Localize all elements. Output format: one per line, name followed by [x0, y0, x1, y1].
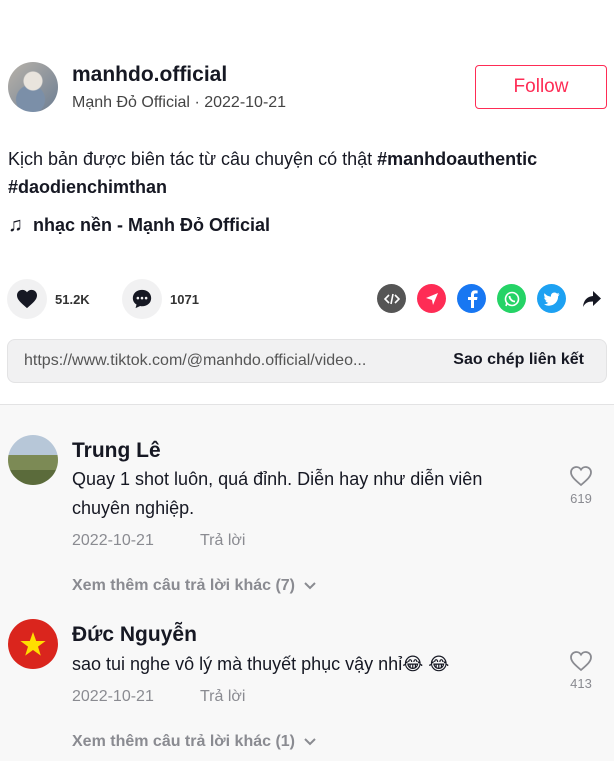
comment-icon[interactable] — [122, 279, 162, 319]
comment-avatar[interactable] — [8, 435, 58, 485]
comment-stat[interactable]: 1071 — [122, 279, 199, 319]
comment-list: Trung Lê Quay 1 shot luôn, quá đỉnh. Diễ… — [0, 404, 614, 761]
like-stat[interactable]: 51.2K — [7, 279, 90, 319]
comment-date: 2022-10-21 — [72, 688, 154, 705]
view-more-replies-label: Xem thêm câu trả lời khác (1) — [72, 733, 296, 750]
author-display-name: Mạnh Đỏ Official — [72, 94, 190, 111]
reply-button[interactable]: Trả lời — [200, 532, 245, 550]
view-more-replies-label: Xem thêm câu trả lời khác (7) — [72, 577, 296, 594]
facebook-icon[interactable] — [457, 284, 486, 313]
copy-link-box: https://www.tiktok.com/@manhdo.official/… — [7, 339, 607, 383]
comment-like-button[interactable]: 619 — [566, 465, 596, 506]
view-more-replies[interactable]: Xem thêm câu trả lời khác (1) — [72, 733, 317, 751]
video-link-url[interactable]: https://www.tiktok.com/@manhdo.official/… — [24, 352, 424, 370]
heart-icon[interactable] — [7, 279, 47, 319]
share-arrow-icon[interactable] — [577, 284, 606, 313]
comment-like-count: 413 — [570, 676, 592, 691]
star-icon — [20, 632, 46, 656]
comment-text: Quay 1 shot luôn, quá đỉnh. Diễn hay như… — [72, 469, 483, 518]
music-note-icon: ♫ — [8, 214, 23, 236]
separator-dot: · — [194, 94, 205, 111]
author-avatar[interactable] — [8, 62, 58, 112]
chevron-down-icon — [304, 738, 316, 746]
comment-date: 2022-10-21 — [72, 532, 154, 549]
reply-button[interactable]: Trả lời — [200, 688, 245, 706]
music-link[interactable]: ♫ nhạc nền - Mạnh Đỏ Official — [8, 213, 270, 237]
hashtag-link[interactable]: #manhdoauthentic — [377, 149, 537, 169]
heart-outline-icon[interactable] — [569, 650, 593, 672]
author-subtitle: Mạnh Đỏ Official · 2022-10-21 — [72, 92, 286, 114]
comment-like-button[interactable]: 413 — [566, 650, 596, 691]
send-icon[interactable] — [417, 284, 446, 313]
twitter-icon[interactable] — [537, 284, 566, 313]
video-info-panel: manhdo.official Mạnh Đỏ Official · 2022-… — [0, 0, 614, 405]
view-more-replies[interactable]: Xem thêm câu trả lời khác (7) — [72, 577, 317, 595]
music-title: nhạc nền - Mạnh Đỏ Official — [33, 215, 271, 235]
embed-icon[interactable] — [377, 284, 406, 313]
caption-text: Kịch bản được biên tác từ câu chuyện có … — [8, 149, 373, 169]
post-description: Kịch bản được biên tác từ câu chuyện có … — [8, 145, 608, 201]
comment-author[interactable]: Trung Lê — [72, 438, 161, 464]
chevron-down-icon — [304, 582, 316, 590]
copy-link-button[interactable]: Sao chép liên kết — [453, 351, 584, 369]
comment-text: sao tui nghe vô lý mà thuyết phục vậy nh… — [72, 654, 450, 674]
comment-like-count: 619 — [570, 491, 592, 506]
post-date: 2022-10-21 — [204, 94, 287, 111]
whatsapp-icon[interactable] — [497, 284, 526, 313]
author-username[interactable]: manhdo.official — [72, 62, 227, 88]
comment-count: 1071 — [170, 291, 199, 307]
comment-author[interactable]: Đức Nguyễn — [72, 622, 197, 648]
heart-outline-icon[interactable] — [569, 465, 593, 487]
comment-avatar[interactable] — [8, 619, 58, 669]
follow-button[interactable]: Follow — [475, 65, 607, 109]
like-count: 51.2K — [55, 291, 90, 307]
hashtag-link[interactable]: #daodienchimthan — [8, 177, 167, 197]
